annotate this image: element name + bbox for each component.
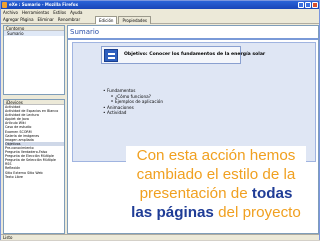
minimize-icon[interactable] [298, 2, 304, 8]
menu-bar: Archivo Herramientas Estilos Ayuda [1, 9, 319, 16]
objective-block[interactable]: Objetivo: Conocer los fundamentos de la … [101, 46, 265, 64]
title-bar: eXe : Sumario - Mozilla Firefox [1, 1, 319, 9]
tab-strip: Edición Propiedades [95, 16, 152, 24]
toolbar: Agregar Página Eliminar Renombrar [1, 16, 319, 24]
rename-button[interactable]: Renombrar [58, 16, 80, 23]
outline-panel: Contorno Sumario [3, 25, 65, 95]
menu-estilos[interactable]: Estilos [53, 9, 66, 16]
idevices-panel: iDevices Actividad Actividad de Espacios … [3, 99, 65, 234]
title-underline [68, 38, 318, 40]
menu-archivo[interactable]: Archivo [3, 9, 18, 16]
left-panel: Contorno Sumario iDevices Actividad Activ… [3, 25, 65, 234]
idevice-item[interactable]: Pregunta de Selección Múltiple [5, 158, 64, 162]
page-title: Sumario [70, 28, 100, 36]
close-icon[interactable] [312, 2, 318, 8]
callout-line-1: Con esta acción hemos [136, 147, 296, 164]
callout-line-4: las páginas del proyecto [126, 203, 306, 222]
content-bullet-list: Fundamentos¿Cómo funciona?Ejemplos de ap… [103, 88, 163, 116]
tab-edicion[interactable]: Edición [95, 16, 118, 24]
callout-line-4a: las páginas [131, 204, 214, 221]
delete-button[interactable]: Eliminar [38, 16, 54, 23]
callout-line-3b: todas [251, 185, 293, 202]
tab-propiedades[interactable]: Propiedades [118, 16, 152, 24]
content-area: Objetivo: Conocer los fundamentos de la … [72, 42, 316, 162]
callout-line-2: cambiado el estilo de la [136, 166, 296, 183]
callout-line-4b: del proyecto [213, 204, 301, 221]
exe-app-icon [2, 2, 7, 8]
callout-overlay: Con esta acción hemos cambiado el estilo… [126, 146, 306, 228]
menu-herramientas[interactable]: Herramientas [22, 9, 49, 16]
idevices-list: Actividad Actividad de Espacios en Blanco… [4, 105, 64, 179]
objective-icon [104, 49, 118, 62]
status-bar: Listo [1, 234, 319, 240]
maximize-icon[interactable] [305, 2, 311, 8]
callout-line-3a: presentación de [139, 185, 252, 202]
window-controls [298, 2, 318, 8]
menu-ayuda[interactable]: Ayuda [70, 9, 82, 16]
outline-item-sumario[interactable]: Sumario [4, 31, 64, 36]
add-page-button[interactable]: Agregar Página [3, 16, 34, 23]
objective-text: Objetivo: Conocer los fundamentos de la … [124, 52, 266, 57]
callout-line-3: presentación de todas [126, 184, 306, 203]
window-title: eXe : Sumario - Mozilla Firefox [9, 2, 79, 7]
app-window: eXe : Sumario - Mozilla Firefox Archivo … [0, 0, 320, 240]
content-bullet: Actividad [103, 110, 163, 116]
idevice-item[interactable]: Texto Libre [5, 175, 64, 179]
